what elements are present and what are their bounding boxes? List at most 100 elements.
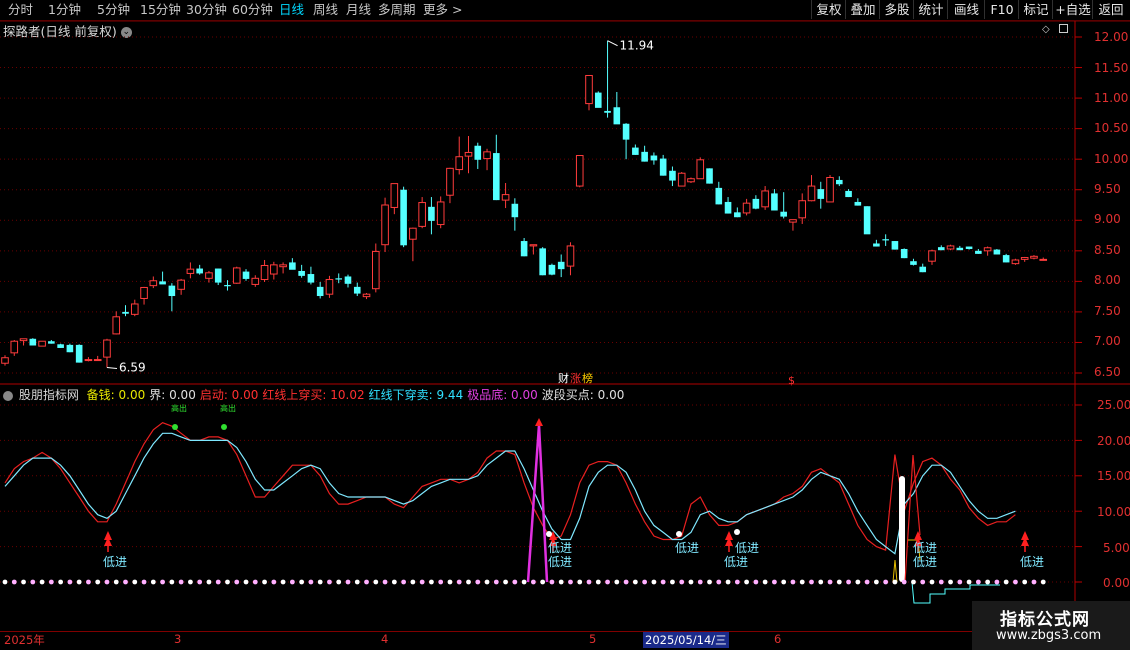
zero-dot [11, 579, 17, 585]
series-cyan-line [4, 432, 1016, 555]
period-tab-1min[interactable]: 1分钟 [48, 2, 81, 18]
period-tab-30min[interactable]: 30分钟 [186, 2, 227, 18]
restore-rights-button[interactable]: 复权 [811, 0, 846, 19]
zero-dot [1003, 579, 1009, 585]
period-tab-60min[interactable]: 60分钟 [232, 2, 273, 18]
signal-label: 低进 [548, 555, 572, 569]
indicator-field-2: 启动: 0.00 [199, 388, 259, 402]
zero-dot [948, 579, 953, 585]
zero-dot [521, 579, 527, 585]
candle-body [715, 187, 723, 205]
zero-dot [595, 579, 601, 585]
period-tab-more[interactable]: 更多 > [423, 2, 462, 18]
candle-body [428, 206, 435, 221]
sell-dot [172, 424, 178, 430]
candle-body [168, 285, 176, 297]
zero-dot [456, 579, 462, 585]
candle-body [771, 193, 778, 211]
buy-arrow-icon [1021, 531, 1029, 540]
zero-dot [818, 579, 824, 585]
zero-dot [873, 579, 879, 585]
cyan-step-line [911, 581, 1000, 604]
candle-body [418, 202, 426, 227]
zero-dot [123, 579, 128, 585]
date-label-month: 6 [774, 632, 782, 646]
candle-body [807, 185, 816, 202]
candle-body [122, 311, 129, 314]
zero-dot [160, 579, 165, 585]
zero-dot [373, 579, 379, 585]
candle-body [937, 247, 945, 251]
zero-dot [855, 579, 861, 585]
candle-body [910, 261, 917, 265]
low-label: 6.59 [119, 361, 146, 375]
zero-dot [558, 579, 564, 585]
signal-label: 低进 [548, 541, 572, 555]
zero-dot [530, 579, 536, 585]
candle-body [761, 190, 769, 208]
statistics-button[interactable]: 统计 [913, 0, 948, 19]
mark-button[interactable]: 标记 [1018, 0, 1053, 19]
back-button[interactable]: 返回 [1092, 0, 1129, 19]
candle-body [205, 272, 213, 279]
zero-dot [484, 579, 490, 585]
multi-stock-button[interactable]: 多股 [879, 0, 914, 19]
zero-dot [58, 579, 64, 585]
zero-dot [345, 579, 351, 585]
zero-dot [920, 579, 926, 585]
zero-dot [753, 579, 759, 585]
indicator-name[interactable]: 股朋指标网 [19, 388, 79, 402]
candle-body [493, 153, 500, 201]
yellow-mark [892, 559, 898, 583]
period-tab-monthly[interactable]: 月线 [346, 2, 371, 18]
zero-dot [447, 579, 453, 585]
period-tab-multi[interactable]: 多周期 [378, 2, 416, 18]
zero-dot [892, 579, 898, 585]
overlay-button[interactable]: 叠加 [845, 0, 880, 19]
candle-body [836, 179, 843, 185]
zero-dot [419, 579, 425, 585]
price-tick: 8.00 [1094, 273, 1121, 287]
f10-button[interactable]: F10 [984, 0, 1019, 19]
period-tab-daily[interactable]: 日线 [279, 2, 304, 18]
signal-label: 低进 [913, 555, 937, 569]
zero-dot [901, 579, 907, 585]
candle-body [436, 201, 445, 226]
candle-body [279, 264, 287, 268]
expand-icon[interactable] [1059, 24, 1068, 33]
candle-body [232, 267, 241, 284]
add-watchlist-button[interactable]: +自选 [1052, 0, 1093, 19]
zero-dot [651, 579, 657, 585]
zero-dot [280, 579, 286, 585]
zero-dot [252, 579, 258, 585]
candle-body [1030, 255, 1038, 259]
candle-body [474, 145, 482, 160]
candle-body [798, 200, 807, 219]
chevron-down-icon[interactable]: ⌄ [120, 27, 132, 38]
candle-body [84, 359, 93, 362]
candle-body [186, 268, 195, 274]
candle-body [752, 198, 760, 209]
candle-body [946, 245, 955, 250]
period-tab-intraday[interactable]: 分时 [8, 2, 33, 18]
drawing-button[interactable]: 画线 [947, 0, 985, 19]
period-tab-15min[interactable]: 15分钟 [140, 2, 181, 18]
zero-dot [827, 579, 833, 585]
candle-body [575, 155, 584, 187]
period-tab-5min[interactable]: 5分钟 [97, 2, 130, 18]
zero-dot [762, 579, 768, 585]
buy-arrow-icon [104, 531, 112, 540]
zero-dot [141, 579, 147, 585]
candle-body [38, 340, 46, 347]
zero-dot [429, 579, 434, 585]
zero-dot [929, 579, 935, 585]
candle-body [177, 279, 185, 290]
period-tab-weekly[interactable]: 周线 [313, 2, 338, 18]
candle-body [677, 172, 686, 187]
zero-dot [772, 579, 777, 585]
sell-dot [221, 424, 227, 430]
buy-arrow-icon [725, 531, 733, 540]
settings-icon[interactable] [3, 390, 13, 401]
zero-dot [401, 579, 407, 585]
diamond-icon[interactable]: ◇ [1042, 24, 1050, 35]
